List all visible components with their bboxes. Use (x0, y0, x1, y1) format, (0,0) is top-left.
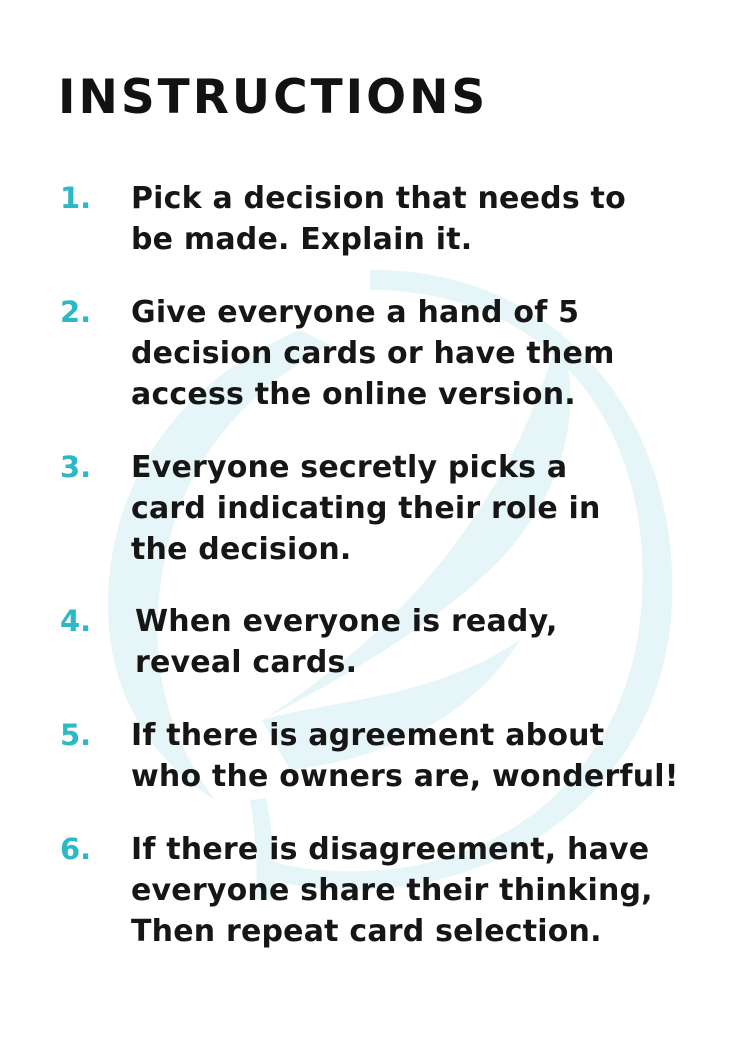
step-text: Give everyone a hand of 5 decision cards… (131, 295, 615, 412)
step-number: 6. (60, 832, 92, 866)
page-title: INSTRUCTIONS (58, 70, 489, 125)
step-text: When everyone is ready, reveal cards. (135, 604, 558, 680)
step-text: If there is agreement about who the owne… (131, 718, 679, 794)
step-number: 1. (60, 181, 92, 215)
step-text: Pick a decision that needs to be made. E… (131, 181, 626, 257)
step-number: 5. (60, 718, 92, 752)
step-number: 4. (60, 604, 92, 638)
step-text: If there is disagreement, have everyone … (131, 832, 653, 949)
step-number: 2. (60, 295, 92, 329)
instructions-page: INSTRUCTIONS 1. Pick a decision that nee… (0, 0, 749, 1044)
step-number: 3. (60, 450, 92, 484)
step-text: Everyone secretly picks a card indicatin… (131, 450, 601, 567)
